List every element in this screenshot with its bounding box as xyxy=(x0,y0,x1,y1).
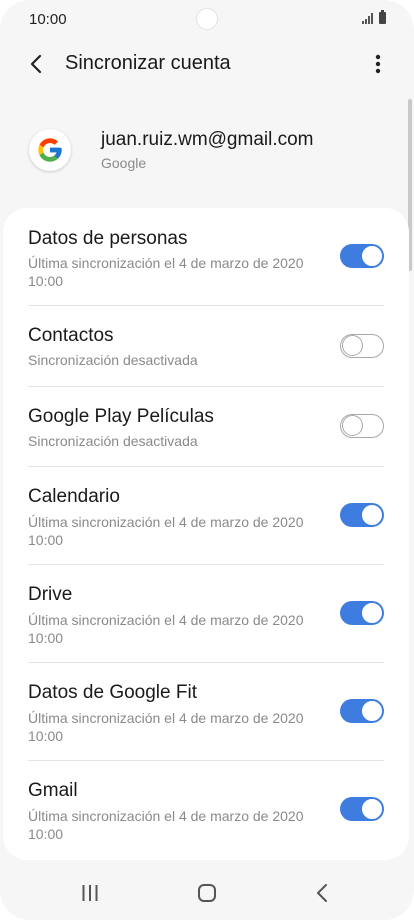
sync-item-subtitle: Última sincronización el 4 de marzo de 2… xyxy=(28,255,304,289)
google-logo-icon xyxy=(29,129,71,171)
sync-item-subtitle: Sincronización desactivada xyxy=(28,433,198,449)
signal-icon xyxy=(362,13,373,24)
more-options-button[interactable] xyxy=(366,50,390,78)
account-type: Google xyxy=(101,155,147,171)
list-item[interactable]: Datos de personas Última sincronización … xyxy=(3,208,409,305)
recent-apps-button[interactable] xyxy=(70,878,110,908)
list-item[interactable]: Datos de Google Fit Última sincronizació… xyxy=(3,663,409,760)
sync-item-title: Calendario xyxy=(28,486,120,507)
status-time: 10:00 xyxy=(29,11,67,28)
sync-list: Datos de personas Última sincronización … xyxy=(3,208,409,860)
sync-item-subtitle: Sincronización desactivada xyxy=(28,352,198,368)
sync-toggle[interactable] xyxy=(340,503,384,527)
status-bar: 10:00 xyxy=(0,0,414,38)
nav-back-button[interactable] xyxy=(302,878,342,908)
front-camera xyxy=(196,8,218,30)
sync-item-subtitle: Última sincronización el 4 de marzo de 2… xyxy=(28,612,304,646)
account-header: juan.ruiz.wm@gmail.com Google xyxy=(0,118,414,188)
account-email: juan.ruiz.wm@gmail.com xyxy=(101,129,314,150)
sync-item-title: Drive xyxy=(28,584,73,605)
sync-toggle[interactable] xyxy=(340,699,384,723)
list-item[interactable]: Drive Última sincronización el 4 de marz… xyxy=(3,565,409,662)
sync-item-title: Gmail xyxy=(28,780,78,801)
page-title: Sincronizar cuenta xyxy=(65,52,231,74)
nav-back-icon xyxy=(317,884,327,902)
sync-toggle[interactable] xyxy=(340,414,384,438)
sync-item-subtitle: Última sincronización el 4 de marzo de 2… xyxy=(28,710,304,744)
sync-item-title: Datos de Google Fit xyxy=(28,682,197,703)
back-button[interactable] xyxy=(20,48,52,80)
more-vert-icon xyxy=(375,54,381,74)
sync-item-subtitle: Última sincronización el 4 de marzo de 2… xyxy=(28,514,304,548)
sync-toggle[interactable] xyxy=(340,244,384,268)
battery-icon xyxy=(379,10,386,24)
home-icon xyxy=(198,884,216,902)
sync-item-title: Datos de personas xyxy=(28,228,188,249)
sync-item-title: Google Play Películas xyxy=(28,406,214,427)
sync-toggle[interactable] xyxy=(340,797,384,821)
app-bar: Sincronizar cuenta xyxy=(0,40,414,88)
sync-toggle[interactable] xyxy=(340,601,384,625)
phone-screen: 10:00 Sincronizar cuenta juan.ruiz.wm@gm… xyxy=(0,0,414,920)
list-item[interactable]: Calendario Última sincronización el 4 de… xyxy=(3,467,409,564)
navigation-bar xyxy=(0,866,414,920)
sync-item-subtitle: Última sincronización el 4 de marzo de 2… xyxy=(28,808,304,842)
list-item[interactable]: Google Play Películas Sincronización des… xyxy=(3,387,409,466)
home-button[interactable] xyxy=(187,878,227,908)
recent-apps-icon xyxy=(82,885,98,901)
list-item[interactable]: Contactos Sincronización desactivada xyxy=(3,306,409,386)
back-arrow-icon xyxy=(30,54,42,74)
list-item[interactable]: Gmail Última sincronización el 4 de marz… xyxy=(3,761,409,860)
sync-toggle[interactable] xyxy=(340,334,384,358)
sync-item-title: Contactos xyxy=(28,325,114,346)
status-icons xyxy=(362,10,386,24)
